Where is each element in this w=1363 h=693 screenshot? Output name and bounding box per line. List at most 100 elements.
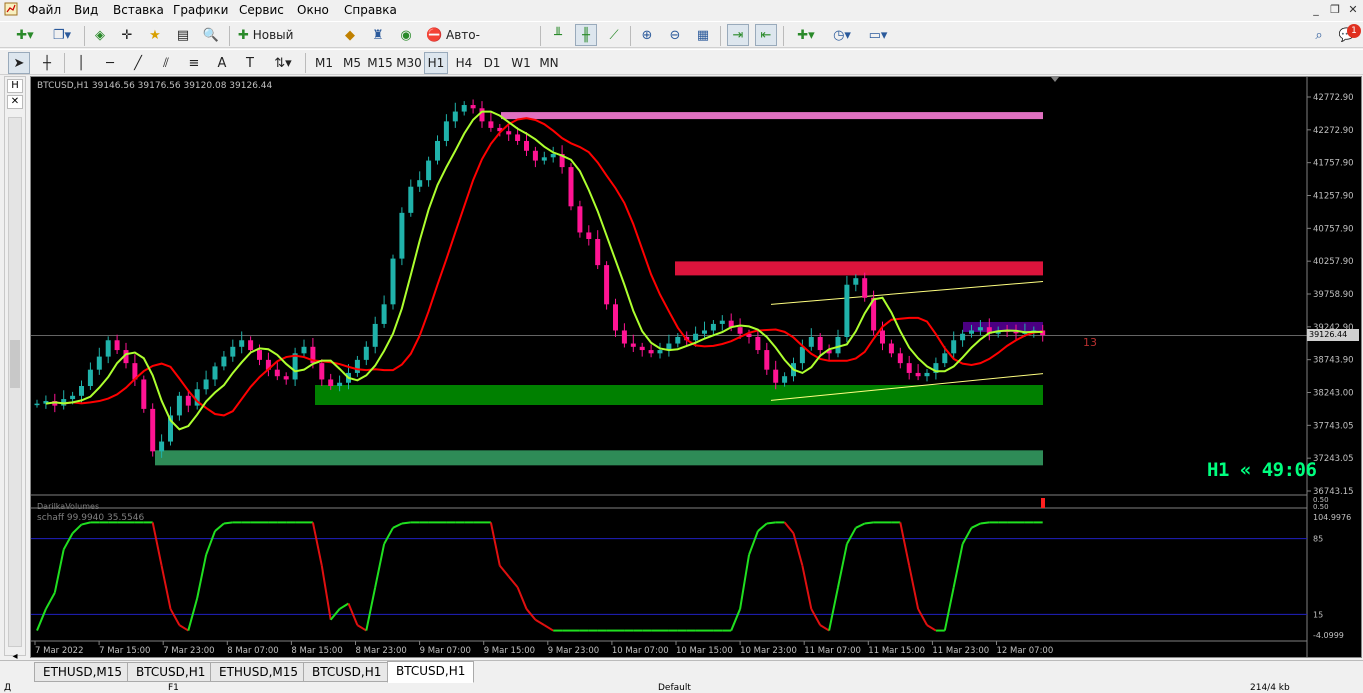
timeframe-m5[interactable]: M5 [339, 52, 365, 74]
zoom-in-icon: ⊕ [641, 28, 653, 43]
menu-help[interactable]: Справка [344, 3, 397, 17]
label-button[interactable]: T [239, 52, 261, 74]
metaeditor-button[interactable]: ◆ [339, 24, 361, 46]
templates-button[interactable]: ▭▾ [862, 24, 894, 46]
data-window-button[interactable]: ✛ [116, 24, 138, 46]
equidistant-channel-icon: ⫽ [163, 56, 169, 71]
time-axis-label: 11 Mar 15:00 [868, 646, 925, 656]
candle-body [888, 343, 894, 354]
timeframe-m15[interactable]: M15 [366, 52, 394, 74]
schaff-line-segment [739, 554, 750, 610]
candle-body [479, 108, 485, 122]
candle-body [150, 408, 156, 452]
timeframe-mn[interactable]: MN [536, 52, 562, 74]
menu-window[interactable]: Окно [297, 3, 329, 17]
timeframe-m30[interactable]: M30 [395, 52, 423, 74]
schaff-line-segment [543, 624, 554, 632]
new-chart-button[interactable]: ✚▾ [8, 24, 42, 46]
chart-window[interactable]: 42772.90 42272.90 41757.90 41257.90 40757.90… [30, 76, 1362, 658]
schaff-line-segment [62, 532, 74, 550]
candle-body [844, 284, 850, 337]
candle-body [319, 363, 325, 380]
fibonacci-button[interactable]: ≡ [183, 52, 205, 74]
separator [540, 26, 541, 46]
schaff-line-segment [71, 523, 83, 534]
candle-body [239, 340, 245, 347]
maximize-panel-button[interactable]: H [7, 79, 23, 93]
search-button[interactable]: ⌕ [1308, 24, 1330, 46]
timeframe-m1[interactable]: M1 [311, 52, 337, 74]
navigator-star-icon: ★ [149, 28, 161, 43]
close-icon[interactable]: ✕ [1346, 3, 1360, 17]
market-icon: ◉ [400, 28, 412, 43]
menu-file[interactable]: Файл [28, 3, 61, 17]
candle-body [915, 372, 921, 377]
chart-canvas[interactable]: 42772.90 42272.90 41757.90 41257.90 40757.90… [31, 77, 1362, 658]
tab-ethusd-m15-2[interactable]: ETHUSD,M15 [210, 662, 308, 682]
market-button[interactable]: ◉ [395, 24, 417, 46]
notifications-button[interactable]: 💬 1 [1334, 24, 1361, 46]
candle-body [426, 160, 432, 181]
timeframe-w1[interactable]: W1 [508, 52, 534, 74]
tab-btcusd-h1-2[interactable]: BTCUSD,H1 [303, 662, 391, 682]
candle-body [924, 372, 930, 377]
menu-tools[interactable]: Сервис [239, 3, 284, 17]
menu-charts[interactable]: Графики [173, 3, 228, 17]
menu-insert[interactable]: Вставка [113, 3, 164, 17]
auto-scroll-button[interactable]: ⇥ [727, 24, 749, 46]
vertical-line-button[interactable]: │ [70, 52, 92, 74]
line-chart-button[interactable]: ⟋ [603, 24, 625, 46]
crosshair-button[interactable]: ┼ [36, 52, 58, 74]
zoom-out-button[interactable]: ⊖ [664, 24, 686, 46]
timeframe-h4[interactable]: H4 [452, 52, 476, 74]
profiles-button[interactable]: ❐▾ [45, 24, 79, 46]
time-axis-label: 8 Mar 23:00 [356, 646, 407, 656]
tile-windows-button[interactable]: ▦ [692, 24, 714, 46]
cursor-button[interactable]: ➤ [8, 52, 30, 74]
minimize-icon[interactable]: _ [1309, 3, 1323, 17]
tab-btcusd-h1-1[interactable]: BTCUSD,H1 [127, 662, 215, 682]
horizontal-line-button[interactable]: ─ [99, 52, 121, 74]
candlestick-button[interactable]: ╫ [575, 24, 597, 46]
time-axis-label: 7 Mar 23:00 [163, 646, 214, 656]
timeframe-h1[interactable]: H1 [424, 52, 448, 74]
candle-body [960, 333, 966, 341]
candle-body [363, 346, 369, 360]
new-order-button[interactable]: ✚ Новый ордер [235, 24, 335, 63]
candle-body [105, 340, 111, 357]
candle-body [176, 395, 182, 416]
candle-body [630, 343, 636, 347]
indicators-button[interactable]: ✚▾ [790, 24, 822, 46]
autotrading-button[interactable]: ⛔ Авто-торговля [423, 24, 533, 63]
zoom-in-button[interactable]: ⊕ [636, 24, 658, 46]
arrows-button[interactable]: ⇅▾ [267, 52, 299, 74]
tester-button[interactable]: 🔍 [200, 24, 222, 46]
chart-shift-button[interactable]: ⇤ [755, 24, 777, 46]
vertical-scrollbar[interactable] [8, 117, 22, 647]
metaeditor-icon: ◆ [345, 28, 355, 43]
bar-chart-button[interactable]: ╨ [547, 24, 569, 46]
candle-body [595, 238, 601, 266]
time-axis-label: 7 Mar 2022 [35, 646, 83, 656]
periods-button[interactable]: ◷▾ [826, 24, 858, 46]
terminal-button[interactable]: ▤ [172, 24, 194, 46]
channel-button[interactable]: ⫽ [155, 52, 177, 74]
schaff-line-segment [401, 521, 411, 525]
close-panel-button[interactable]: ✕ [7, 95, 23, 109]
market-watch-button[interactable]: ◈ [89, 24, 111, 46]
text-button[interactable]: A [211, 52, 233, 74]
schaff-line-segment [926, 624, 937, 632]
tab-btcusd-h1-active[interactable]: BTCUSD,H1 [387, 661, 475, 683]
restore-icon[interactable]: ❐ [1328, 3, 1342, 17]
candle-body [541, 157, 547, 161]
scrollbar-thumb[interactable] [10, 340, 20, 388]
candle-body [79, 386, 84, 396]
tab-ethusd-m15-1[interactable]: ETHUSD,M15 [34, 662, 132, 682]
status-traffic: 214/4 kb [1250, 683, 1290, 693]
trendline-button[interactable]: ╱ [127, 52, 149, 74]
candle-body [292, 353, 298, 380]
menu-view[interactable]: Вид [74, 3, 98, 17]
navigator-button[interactable]: ★ [144, 24, 166, 46]
signals-button[interactable]: ♜ [367, 24, 389, 46]
timeframe-d1[interactable]: D1 [480, 52, 504, 74]
